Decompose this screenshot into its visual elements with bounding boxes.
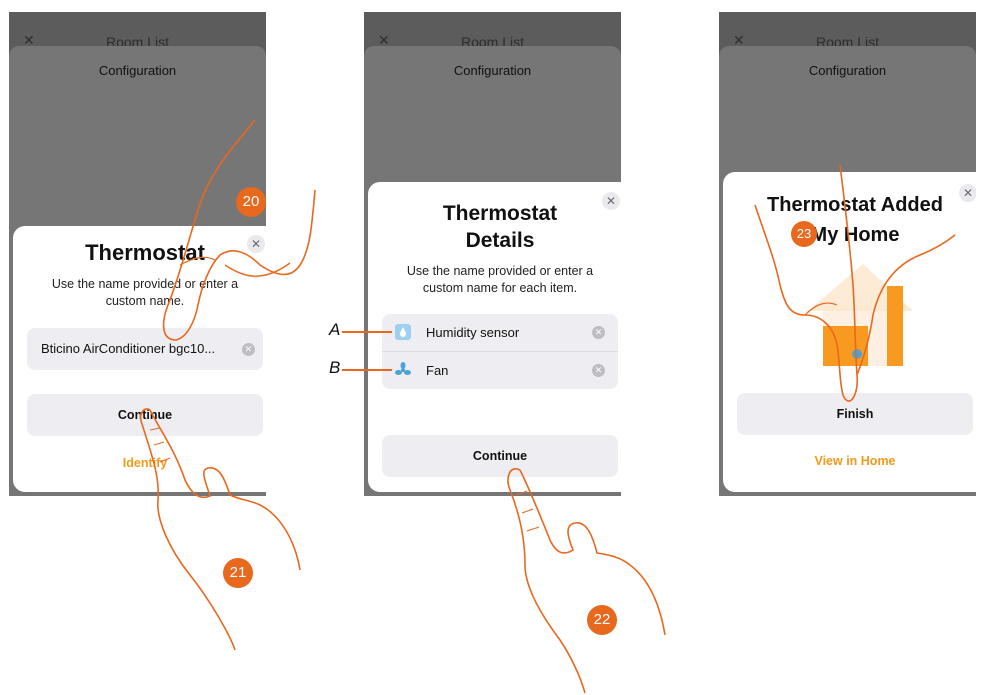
callout-label-a: A <box>329 320 341 339</box>
phone-screen-2: ✕ Room List Configuration Thermostat Det… <box>364 12 621 496</box>
sheet-title: Configuration <box>453 63 532 78</box>
humidity-icon <box>395 324 411 340</box>
callout-line-a <box>342 331 392 333</box>
step-badge-23: 23 <box>791 221 817 247</box>
pointing-hand-20 <box>162 119 316 341</box>
callout-line-b <box>342 369 392 371</box>
dialog-subtitle: Use the name provided or enter a custom … <box>406 264 594 295</box>
clear-field-icon[interactable]: ✕ <box>592 326 605 339</box>
item-humidity-sensor[interactable]: Humidity sensor ✕ <box>382 314 618 351</box>
pointing-hand-21 <box>139 408 301 651</box>
step-badge-22: 22 <box>587 605 617 635</box>
pointing-hand-23 <box>754 164 956 402</box>
fan-icon <box>395 362 411 378</box>
item-label: Humidity sensor <box>426 325 520 340</box>
view-in-home-link[interactable]: View in Home <box>737 454 973 468</box>
dialog-close-icon[interactable]: ✕ <box>602 192 620 210</box>
sheet-title: Configuration <box>98 63 177 78</box>
item-fan[interactable]: Fan ✕ <box>382 352 618 389</box>
step-badge-21: 21 <box>223 558 253 588</box>
dialog-title-line-2: Details <box>465 229 535 252</box>
pointing-hand-22 <box>507 468 666 694</box>
item-label: Fan <box>426 363 449 378</box>
sheet-title: Configuration <box>808 63 887 78</box>
dialog-title-line-1: Thermostat <box>442 202 558 225</box>
clear-field-icon[interactable]: ✕ <box>592 364 605 377</box>
callout-label-b: B <box>329 358 341 377</box>
step-badge-20: 20 <box>236 187 266 217</box>
details-dialog: Thermostat Details ✕ Use the name provid… <box>368 182 621 492</box>
